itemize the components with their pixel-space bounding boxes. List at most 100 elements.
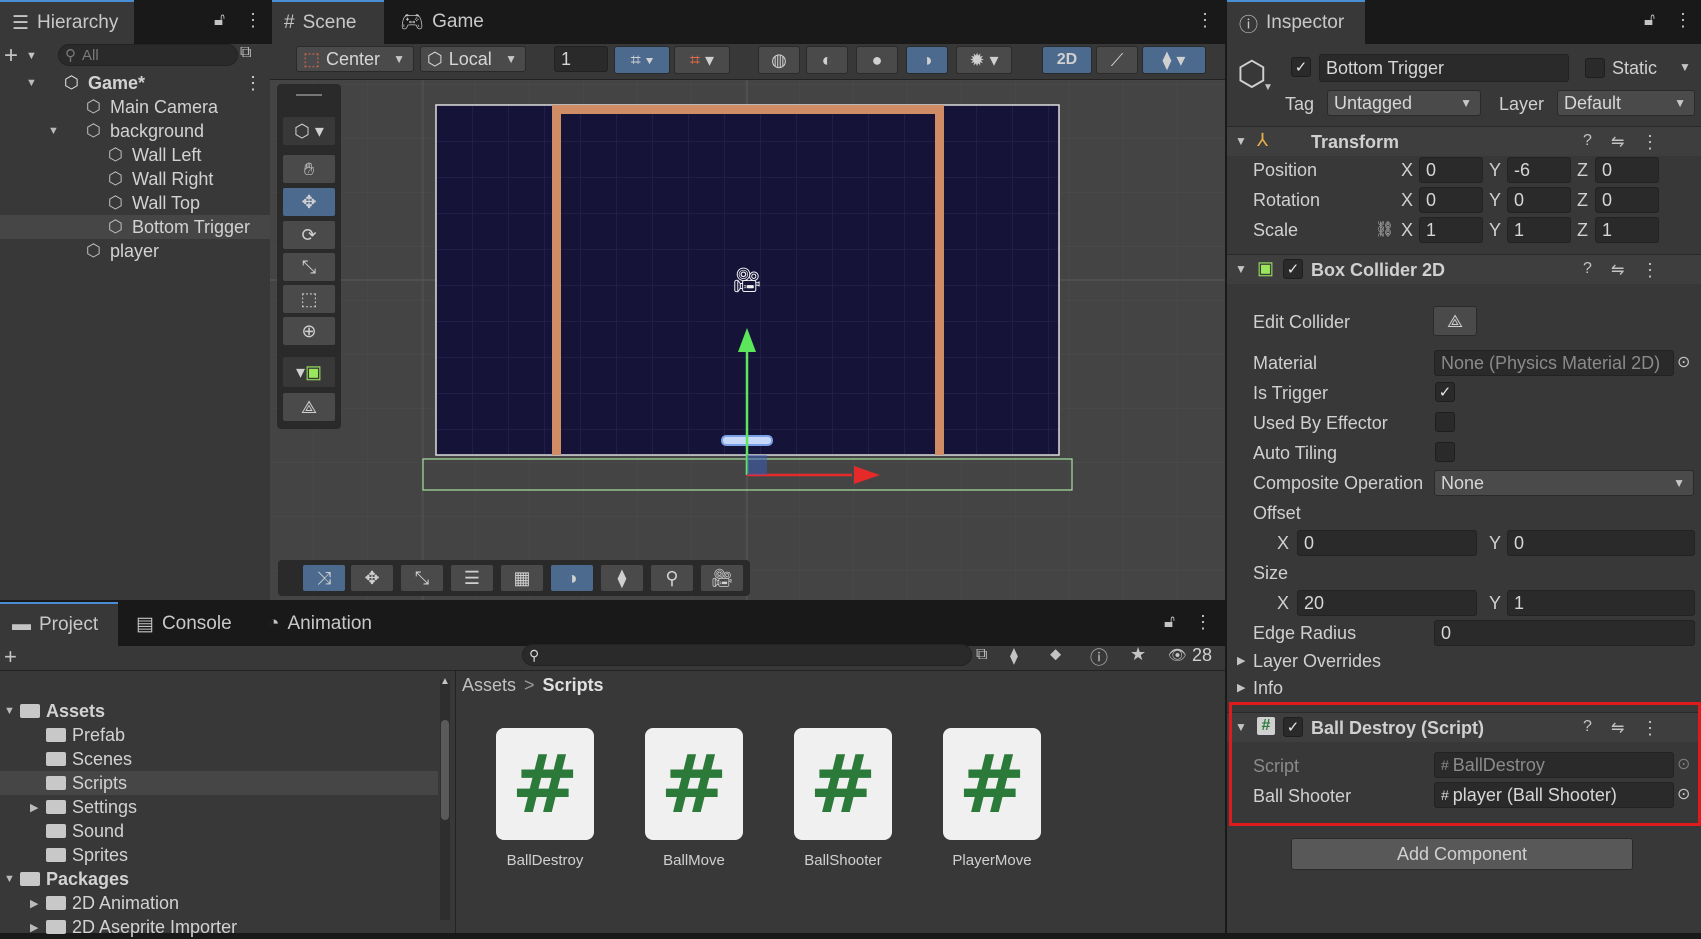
project-tree-item[interactable]: Prefab [0, 723, 438, 747]
offset-x-input[interactable]: 0 [1297, 530, 1477, 556]
project-tree-item[interactable]: Scenes [0, 747, 438, 771]
breadcrumb-scripts[interactable]: Scripts [543, 675, 604, 696]
lock-icon[interactable]: 🔓︎ [1644, 10, 1655, 30]
edit-collider-button[interactable]: ⟁ [1433, 306, 1477, 336]
is-trigger-checkbox[interactable]: ✓ [1435, 382, 1455, 402]
move-tool-button[interactable]: ✥ [282, 187, 336, 217]
hierarchy-search-input[interactable]: ⚲ All [58, 44, 238, 66]
script-asset-icon[interactable]: # [645, 728, 743, 840]
overlay-grid-button[interactable]: ▦ [500, 564, 544, 592]
position-x-input[interactable]: 0 [1419, 157, 1483, 183]
script-asset-icon[interactable]: # [496, 728, 594, 840]
render-mode-button[interactable]: ◐ [806, 46, 848, 74]
overlay-align-button[interactable]: ☰ [450, 564, 494, 592]
tab-game[interactable]: 🎮︎ Game [388, 0, 500, 44]
project-tree-item[interactable]: ▶ Settings [0, 795, 438, 819]
tab-inspector[interactable]: ⓘ Inspector [1227, 0, 1365, 44]
transform-header[interactable] [1227, 126, 1701, 156]
tab-console[interactable]: ▤ Console [124, 602, 246, 646]
lighting-button[interactable]: ◑ [906, 46, 948, 74]
component-menu-icon[interactable]: ⋮ [1641, 132, 1659, 153]
foldout-arrow-icon[interactable]: ▶ [30, 921, 38, 934]
overlay-camera-button[interactable]: 🎥︎ [700, 564, 744, 592]
audio-toggle-button[interactable]: ⟋ [1096, 46, 1138, 74]
foldout-right-icon[interactable]: ▶ [1237, 654, 1245, 667]
scene-search-icon[interactable]: ⧉ [976, 646, 987, 664]
debug-button[interactable]: ✹ ▾ [956, 46, 1012, 74]
layer-overrides-foldout[interactable]: Layer Overrides [1253, 651, 1381, 672]
edit-collider-tool-button[interactable]: ⟁ [282, 392, 336, 422]
project-tree-item[interactable]: ▼ Packages [0, 867, 438, 891]
kebab-menu-icon[interactable]: ⋮ [1196, 10, 1214, 31]
scene-fx-button[interactable]: ⧫ ▾ [1142, 46, 1206, 74]
tag-dropdown[interactable]: Untagged [1327, 90, 1481, 116]
grid-snap-button[interactable]: ⌗ ▾ [614, 46, 670, 74]
tab-scene[interactable]: # Scene [272, 0, 384, 44]
tab-project[interactable]: ▬ Project [0, 602, 118, 646]
project-tree-item[interactable]: Sprites [0, 843, 438, 867]
static-dropdown-chevron-icon[interactable]: ▼ [1679, 60, 1691, 74]
edge-radius-input[interactable]: 0 [1434, 620, 1695, 646]
script-asset-icon[interactable]: # [794, 728, 892, 840]
kebab-menu-icon[interactable]: ⋮ [1674, 10, 1692, 31]
size-y-input[interactable]: 1 [1507, 590, 1695, 616]
position-z-input[interactable]: 0 [1595, 157, 1659, 183]
position-y-input[interactable]: -6 [1507, 157, 1571, 183]
presets-icon[interactable]: ⇋ [1611, 260, 1624, 280]
used-by-effector-checkbox[interactable] [1435, 412, 1455, 432]
scene-search-icon[interactable]: ⧉ [240, 44, 251, 62]
help-icon[interactable]: ? [1583, 132, 1592, 150]
static-checkbox[interactable] [1585, 58, 1605, 78]
presets-icon[interactable]: ⇋ [1611, 132, 1624, 152]
chevron-down-icon[interactable]: ▼ [26, 50, 37, 62]
scale-z-input[interactable]: 1 [1595, 217, 1659, 243]
kebab-menu-icon[interactable]: ⋮ [1194, 612, 1212, 633]
breadcrumb-assets[interactable]: Assets [462, 675, 516, 696]
hierarchy-item[interactable]: ⬡ Wall Left [0, 143, 270, 167]
tab-hierarchy[interactable]: ☰ Hierarchy [0, 0, 134, 44]
auto-tiling-checkbox[interactable] [1435, 442, 1455, 462]
scale-y-input[interactable]: 1 [1507, 217, 1571, 243]
hierarchy-item[interactable]: ⬡ player [0, 239, 270, 263]
shaded-mode-button[interactable]: ● [856, 46, 898, 74]
palette-drag-handle[interactable] [296, 94, 322, 96]
project-tree-item[interactable]: Sound [0, 819, 438, 843]
rotation-y-input[interactable]: 0 [1507, 187, 1571, 213]
filter-type-icon[interactable]: ⧫ [1010, 646, 1018, 666]
foldout-arrow-icon[interactable]: ▼ [4, 705, 15, 717]
rect-tool-button[interactable]: ⬚ [282, 284, 336, 314]
hierarchy-item[interactable]: ▼ ⬡ background [0, 119, 270, 143]
scale-tool-button[interactable]: ⤡ [282, 252, 336, 282]
transform-tool-button[interactable]: ⊕ [282, 316, 336, 346]
overlay-layers-button[interactable]: ⧫ [600, 564, 644, 592]
lock-icon[interactable]: 🔓︎ [1164, 612, 1175, 632]
kebab-menu-icon[interactable]: ⋮ [244, 73, 262, 94]
mode-2d-button[interactable]: 2D [1042, 46, 1092, 74]
rotation-x-input[interactable]: 0 [1419, 187, 1483, 213]
foldout-arrow-icon[interactable]: ▶ [30, 897, 38, 910]
overlay-move-button[interactable]: ✥ [350, 564, 394, 592]
add-icon[interactable]: + [4, 42, 18, 70]
grid-visibility-button[interactable]: ⌗ ▾ [674, 46, 730, 74]
scroll-up-icon[interactable]: ▲ [440, 676, 450, 687]
scale-x-input[interactable]: 1 [1419, 217, 1483, 243]
active-checkbox[interactable]: ✓ [1291, 57, 1311, 77]
foldout-arrow-icon[interactable]: ▼ [4, 873, 15, 885]
foldout-arrow-icon[interactable]: ▶ [30, 801, 38, 814]
tool-view-dropdown[interactable]: ⬡ ▾ [282, 116, 336, 146]
rotation-z-input[interactable]: 0 [1595, 187, 1659, 213]
component-menu-icon[interactable]: ⋮ [1641, 260, 1659, 281]
add-icon[interactable]: + [4, 644, 17, 670]
overlay-scale-button[interactable]: ⤡ [400, 564, 444, 592]
composite-operation-dropdown[interactable]: None [1434, 470, 1694, 496]
collider-tool-dropdown[interactable]: ▾ ▣ [282, 356, 336, 388]
project-tree-scrollbar[interactable] [440, 680, 450, 920]
snap-increment-input[interactable]: 1 [554, 46, 608, 72]
foldout-arrow-icon[interactable]: ▼ [1235, 134, 1247, 148]
label-icon[interactable]: ⬥ [1050, 646, 1061, 664]
info-foldout[interactable]: Info [1253, 678, 1283, 699]
foldout-arrow-icon[interactable]: ▼ [1235, 262, 1247, 276]
foldout-arrow-icon[interactable]: ▼ [26, 77, 37, 89]
script-asset-icon[interactable]: # [943, 728, 1041, 840]
hierarchy-item[interactable]: ⬡ Main Camera [0, 95, 270, 119]
